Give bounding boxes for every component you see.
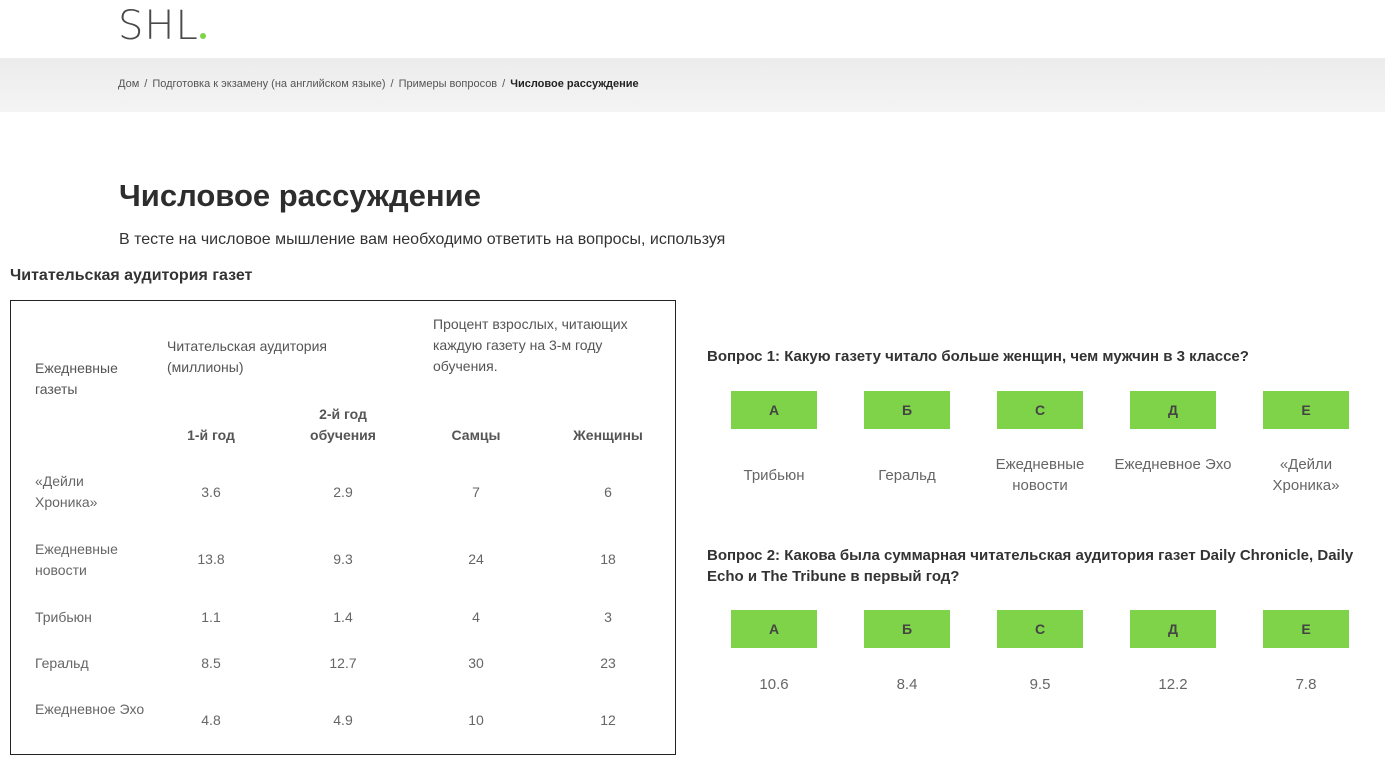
table-cell: 4.8 (201, 712, 221, 728)
breadcrumb-separator: / (502, 78, 506, 90)
table-cell: 4 (472, 609, 480, 625)
breadcrumb-sample-questions-link[interactable]: Примеры вопросов (399, 78, 498, 90)
table-cell: 30 (468, 655, 484, 671)
table-cell: 1.1 (201, 609, 221, 625)
breadcrumb-separator: / (144, 78, 148, 90)
col-header-newspapers: Ежедневные газеты (35, 360, 118, 397)
table-cell: 24 (468, 551, 484, 567)
table-cell: 13.8 (197, 551, 225, 567)
table-cell: 8.5 (201, 655, 221, 671)
breadcrumb-current: Числовое рассуждение (510, 78, 639, 90)
sub-header-males: Самцы (451, 427, 501, 443)
q2-option-e-button[interactable]: Е (1263, 610, 1349, 648)
table-cell: 3.6 (201, 484, 221, 500)
table-cell: 3 (604, 609, 612, 625)
breadcrumb-home-link[interactable]: Дом (118, 78, 139, 90)
sub-header-year2: 2-й год обучения (310, 406, 376, 443)
q1-option-e-label: «Дейли Хроника» (1272, 456, 1340, 494)
table-cell: 2.9 (333, 484, 353, 500)
readership-table: Ежедневные газеты Читательская аудитория… (10, 300, 676, 755)
q1-option-c-label: Ежедневные новости (995, 456, 1085, 494)
logo-dot-icon (199, 33, 206, 39)
breadcrumb: Дом / Подготовка к экзамену (на английском… (118, 78, 639, 90)
question-1-text: Вопрос 1: Какую газету читало больше жен… (707, 348, 1249, 365)
q1-option-d-button[interactable]: Д (1130, 391, 1216, 429)
shl-logo[interactable]: SHL (118, 6, 206, 46)
table-row-name: «Дейли Хроника» (35, 473, 98, 510)
q2-option-a-button[interactable]: А (731, 610, 817, 648)
table-title: Читательская аудитория газет (10, 267, 253, 284)
q1-option-d-label: Ежедневное Эхо (1114, 456, 1232, 473)
q2-option-b-label: 8.4 (896, 676, 918, 693)
q2-option-c-label: 9.5 (1029, 676, 1051, 693)
sub-header-year1: 1-й год (187, 427, 235, 443)
q2-option-a-label: 10.6 (759, 676, 789, 693)
col-header-readership: Читательская аудитория (миллионы) (167, 338, 327, 375)
q1-option-c-button[interactable]: С (997, 391, 1083, 429)
table-cell: 12.7 (329, 655, 357, 671)
table-cell: 6 (604, 484, 612, 500)
q1-option-e-button[interactable]: Е (1263, 391, 1349, 429)
q1-option-a-button[interactable]: А (731, 391, 817, 429)
table-row-name: Ежедневное Эхо (35, 701, 145, 717)
sub-header-females: Женщины (573, 427, 643, 443)
site-header: SHL (0, 0, 1385, 58)
table-cell: 18 (600, 551, 616, 567)
table-row-name: Ежедневные новости (35, 541, 118, 578)
q1-option-b-button[interactable]: Б (864, 391, 950, 429)
q1-option-a-label: Трибьюн (743, 467, 805, 484)
table-cell: 23 (600, 655, 616, 671)
breadcrumb-separator: / (390, 78, 394, 90)
table-row-name: Трибьюн (35, 609, 92, 625)
q2-option-d-button[interactable]: Д (1130, 610, 1216, 648)
q2-option-b-button[interactable]: Б (864, 610, 950, 648)
question-2-text: Вопрос 2: Какова была суммарная читатель… (707, 547, 1354, 585)
logo-text: SHL (118, 3, 199, 49)
col-header-percent: Процент взрослых, читающих каждую газету… (433, 316, 628, 374)
table-cell: 10 (468, 712, 484, 728)
q1-option-b-label: Геральд (878, 467, 936, 484)
page-title: Числовое рассуждение (119, 178, 481, 213)
table-cell: 9.3 (333, 551, 353, 567)
q2-option-e-label: 7.8 (1295, 676, 1317, 693)
table-cell: 7 (472, 484, 480, 500)
q2-option-d-label: 12.2 (1158, 676, 1188, 693)
table-cell: 4.9 (333, 712, 353, 728)
q2-option-c-button[interactable]: С (997, 610, 1083, 648)
table-row-name: Геральд (35, 655, 89, 671)
table-cell: 12 (600, 712, 616, 728)
breadcrumb-exam-prep-link[interactable]: Подготовка к экзамену (на английском язы… (152, 78, 385, 90)
intro-text: В тесте на числовое мышление вам необход… (119, 231, 726, 248)
table-cell: 1.4 (333, 609, 353, 625)
